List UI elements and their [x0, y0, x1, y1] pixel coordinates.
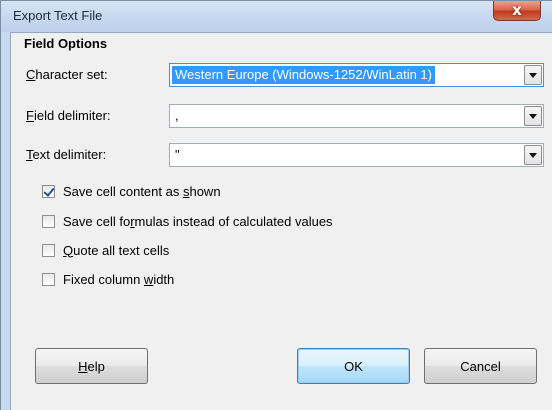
field-delimiter-value: ,	[175, 108, 179, 123]
field-options-heading: Field Options	[24, 36, 108, 51]
field-delimiter-dropdown-button[interactable]	[524, 106, 542, 126]
character-set-combobox[interactable]: Western Europe (Windows-1252/WinLatin 1)	[169, 63, 544, 87]
chevron-down-icon	[529, 72, 537, 78]
text-delimiter-label: Text delimiter:	[26, 147, 107, 162]
character-set-value: Western Europe (Windows-1252/WinLatin 1)	[172, 66, 435, 84]
save-as-shown-label: Save cell content as shown	[63, 183, 221, 199]
character-set-label: Character set:	[26, 67, 108, 82]
quote-text-cells-checkbox[interactable]	[42, 243, 55, 257]
chevron-down-icon	[529, 152, 537, 158]
field-delimiter-label: Field delimiter:	[26, 108, 111, 123]
save-formulas-checkbox[interactable]	[42, 214, 55, 228]
text-delimiter-value: "	[175, 147, 180, 162]
cancel-button[interactable]: Cancel	[424, 348, 537, 384]
export-text-file-dialog: Export Text File x Field Options Charact…	[0, 0, 552, 410]
title-bar[interactable]: Export Text File x	[1, 1, 552, 32]
fixed-column-width-option[interactable]: Fixed column width	[42, 270, 174, 288]
close-button[interactable]: x	[493, 1, 541, 21]
close-icon: x	[512, 1, 522, 19]
character-set-dropdown-button[interactable]	[524, 65, 542, 85]
save-as-shown-option[interactable]: Save cell content as shown	[42, 182, 221, 200]
save-formulas-option[interactable]: Save cell formulas instead of calculated…	[42, 212, 333, 230]
chevron-down-icon	[529, 113, 537, 119]
fixed-column-width-label: Fixed column width	[63, 271, 175, 287]
text-delimiter-combobox[interactable]: "	[169, 143, 544, 167]
help-button[interactable]: Help	[35, 348, 148, 384]
save-as-shown-checkbox[interactable]	[42, 184, 55, 198]
fixed-column-width-checkbox[interactable]	[42, 272, 55, 286]
save-formulas-label: Save cell formulas instead of calculated…	[63, 213, 333, 229]
ok-button[interactable]: OK	[297, 348, 410, 384]
field-delimiter-combobox[interactable]: ,	[169, 104, 544, 128]
quote-text-cells-option[interactable]: Quote all text cells	[42, 241, 169, 259]
text-delimiter-dropdown-button[interactable]	[524, 145, 542, 165]
quote-text-cells-label: Quote all text cells	[63, 242, 170, 258]
window-title: Export Text File	[13, 8, 103, 23]
